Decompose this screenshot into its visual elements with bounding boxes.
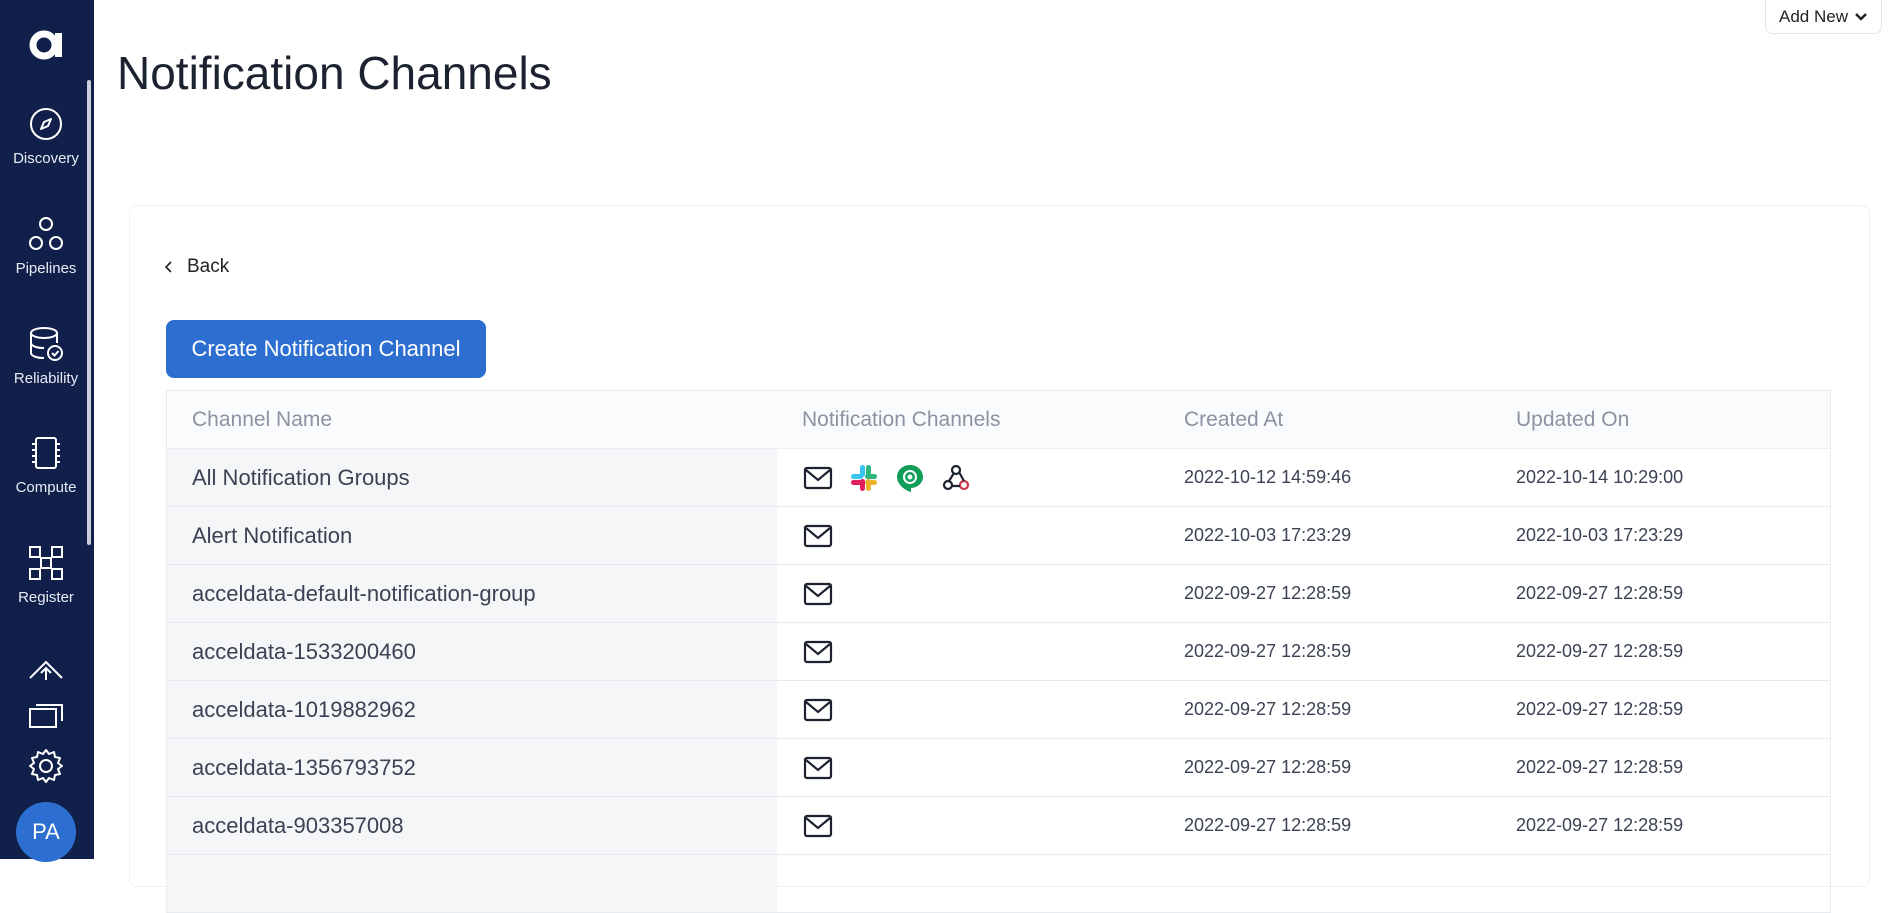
avatar[interactable]: PA [16, 802, 76, 862]
gear-icon[interactable] [26, 748, 66, 784]
sidebar: Discovery Pipelines Reliability Compute [0, 0, 94, 862]
nav-compute[interactable]: Compute [0, 435, 92, 496]
updated-on-cell: 2022-09-27 12:28:59 [1516, 583, 1684, 603]
created-at-cell [1162, 855, 1494, 912]
created-at-cell: 2022-09-27 12:28:59 [1184, 757, 1352, 777]
table-row[interactable]: acceldata-1019882962 2022-09-27 12:28:59 2… [167, 681, 1830, 739]
updated-on-cell: 2022-09-27 12:28:59 [1516, 815, 1684, 835]
column-header[interactable]: Notification Channels [777, 391, 1162, 448]
channel-icons-cell [777, 507, 1162, 564]
channel-icons-cell [777, 449, 1162, 506]
channel-name-cell[interactable]: acceldata-1019882962 [167, 681, 777, 738]
email-icon [802, 462, 834, 494]
slack-icon [848, 462, 880, 494]
channel-name-cell[interactable]: acceldata-default-notification-group [167, 565, 777, 622]
table-row[interactable]: acceldata-default-notification-group 2022… [167, 565, 1830, 623]
back-link[interactable]: Back [165, 256, 229, 278]
pipelines-icon [29, 217, 63, 250]
nav-pipelines[interactable]: Pipelines [0, 216, 92, 277]
channel-name-cell[interactable]: Alert Notification [167, 507, 777, 564]
column-header[interactable]: Created At [1162, 391, 1494, 448]
email-icon [802, 636, 834, 668]
nav-label: Register [18, 589, 74, 606]
register-icon [29, 546, 63, 580]
chip-icon [32, 437, 60, 469]
email-icon [802, 810, 834, 842]
table-row[interactable]: acceldata-1356793752 2022-09-27 12:28:59 2… [167, 739, 1830, 797]
add-new-label: Add New [1779, 6, 1848, 26]
channel-icons-cell [777, 681, 1162, 738]
table-row[interactable]: All Notification Groups 2022-10-12 14:59:… [167, 449, 1830, 507]
column-header[interactable]: Updated On [1494, 391, 1830, 448]
channel-icons-cell [777, 565, 1162, 622]
channels-table: Channel Name Notification Channels Creat… [166, 390, 1831, 913]
compass-icon [30, 108, 62, 140]
updated-on-cell: 2022-09-27 12:28:59 [1516, 641, 1684, 661]
table-row[interactable]: acceldata-1533200460 2022-09-27 12:28:59 2… [167, 623, 1830, 681]
created-at-cell: 2022-09-27 12:28:59 [1184, 641, 1352, 661]
page-title: Notification Channels [117, 47, 552, 99]
nav-label: Compute [15, 479, 77, 496]
channel-icons-cell [777, 623, 1162, 680]
created-at-cell: 2022-09-27 12:28:59 [1184, 815, 1352, 835]
nav-discovery[interactable]: Discovery [0, 106, 92, 167]
chevron-left-icon [165, 261, 172, 273]
created-at-cell: 2022-09-27 12:28:59 [1184, 699, 1352, 719]
messages-icon[interactable] [26, 697, 66, 733]
updated-on-cell: 2022-09-27 12:28:59 [1516, 757, 1684, 777]
channel-name-cell[interactable]: All Notification Groups [167, 449, 777, 506]
hangouts-icon [894, 462, 926, 494]
updated-on-cell: 2022-09-27 12:28:59 [1516, 699, 1684, 719]
nav-label: Reliability [13, 370, 79, 387]
nav-reliability[interactable]: Reliability [0, 326, 92, 387]
back-label: Back [187, 256, 230, 277]
webhook-icon [940, 462, 972, 494]
chevron-down-icon [1855, 12, 1867, 21]
updated-on-cell: 2022-10-14 10:29:00 [1516, 467, 1684, 487]
email-icon [802, 520, 834, 552]
nav-label: Pipelines [15, 260, 77, 277]
created-at-cell: 2022-09-27 12:28:59 [1184, 583, 1352, 603]
email-icon [802, 694, 834, 726]
database-check-icon [30, 327, 63, 361]
column-header[interactable]: Channel Name [167, 391, 777, 448]
table-row[interactable] [167, 855, 1830, 913]
channel-icons-cell [777, 797, 1162, 854]
created-at-cell: 2022-10-03 17:23:29 [1184, 525, 1352, 545]
channel-name-cell[interactable]: acceldata-1356793752 [167, 739, 777, 796]
email-icon [802, 578, 834, 610]
create-notification-channel-button[interactable]: Create Notification Channel [166, 320, 486, 378]
channel-name-cell[interactable]: acceldata-1533200460 [167, 623, 777, 680]
logo-icon[interactable] [26, 24, 66, 64]
email-icon [802, 752, 834, 784]
table-row[interactable]: Alert Notification 2022-10-03 17:23:29 202… [167, 507, 1830, 565]
created-at-cell: 2022-10-12 14:59:46 [1184, 467, 1352, 487]
updated-on-cell: 2022-10-03 17:23:29 [1516, 525, 1684, 545]
upload-cloud-icon[interactable] [26, 652, 66, 688]
channel-name-cell[interactable]: acceldata-903357008 [167, 797, 777, 854]
channel-name-cell[interactable] [167, 855, 777, 912]
table-header: Channel Name Notification Channels Creat… [167, 391, 1830, 449]
nav-register[interactable]: Register [0, 545, 92, 606]
updated-on-cell [1494, 855, 1830, 912]
add-new-dropdown[interactable]: Add New [1765, 0, 1882, 34]
channel-icons-cell [777, 739, 1162, 796]
nav-label: Discovery [13, 150, 79, 167]
table-row[interactable]: acceldata-903357008 2022-09-27 12:28:59 20… [167, 797, 1830, 855]
channel-icons-cell [777, 855, 1162, 912]
